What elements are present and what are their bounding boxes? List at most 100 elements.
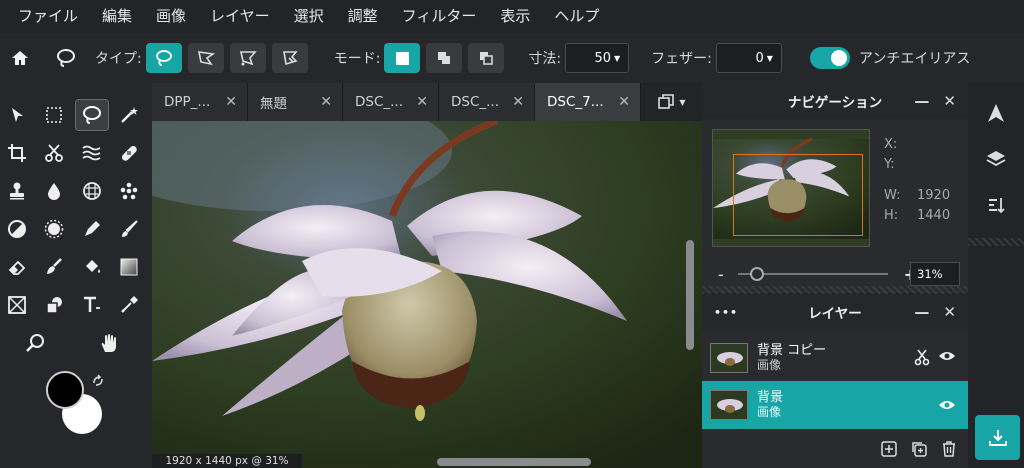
magic-wand-icon[interactable] [112, 99, 146, 131]
liquify-icon[interactable] [75, 137, 109, 169]
scissors-icon[interactable] [37, 137, 71, 169]
marquee-tool-icon[interactable] [37, 99, 71, 131]
zoom-icon[interactable] [18, 327, 52, 359]
gradient-icon[interactable] [112, 251, 146, 283]
minimize-icon[interactable]: — [914, 303, 929, 321]
add-layer-icon[interactable] [880, 440, 898, 462]
swap-colors-icon[interactable] [90, 373, 106, 393]
trash-icon[interactable] [940, 440, 958, 462]
minimize-icon[interactable]: — [914, 92, 929, 110]
mode-new-button[interactable] [384, 43, 421, 73]
stamp-icon[interactable] [0, 175, 34, 207]
menu-image[interactable]: 画像 [144, 0, 198, 33]
crop-icon[interactable] [0, 137, 34, 169]
dots-brush-icon[interactable] [112, 175, 146, 207]
mode-add-button[interactable] [426, 43, 463, 73]
feather-select[interactable]: 0 ▼ [715, 43, 782, 73]
zoom-out-button[interactable]: - [718, 265, 724, 284]
scissors-icon[interactable] [914, 348, 930, 370]
menu-edit[interactable]: 編集 [90, 0, 144, 33]
layers-panel: ••• レイヤー — ✕ 背景 コピー 画像 背景 画像 [702, 294, 968, 468]
text-tool-icon[interactable] [75, 289, 109, 321]
close-icon[interactable]: ✕ [512, 94, 524, 110]
zoom-input[interactable]: 31% [910, 262, 960, 286]
close-icon[interactable]: ✕ [943, 303, 956, 321]
vertical-scrollbar[interactable] [686, 240, 694, 350]
mode-subtract-button[interactable] [468, 43, 505, 73]
menu-select[interactable]: 選択 [282, 0, 336, 33]
layers-panel-icon[interactable] [984, 147, 1008, 171]
layer-item-bg-copy[interactable]: 背景 コピー 画像 [702, 334, 968, 382]
lasso-tool-icon[interactable] [53, 45, 79, 71]
nav-h-label: H: [884, 208, 899, 223]
panel-divider[interactable] [702, 286, 968, 294]
download-button[interactable] [975, 415, 1020, 460]
paint-bucket-icon[interactable] [75, 251, 109, 283]
lasso-tool-icon[interactable] [75, 99, 109, 131]
zoom-slider-thumb[interactable] [749, 267, 764, 281]
layer-thumbnail [710, 390, 748, 420]
menu-file[interactable]: ファイル [6, 0, 90, 33]
size-select[interactable]: 50 ▼ [565, 43, 630, 73]
tab-dsc-7[interactable]: DSC_7... ✕ [535, 83, 641, 121]
pattern-icon[interactable] [75, 175, 109, 207]
foreground-color-swatch[interactable] [46, 371, 84, 409]
layers-menu-icon[interactable]: ••• [714, 306, 738, 319]
bandage-icon[interactable] [112, 137, 146, 169]
drop-icon[interactable] [37, 175, 71, 207]
tab-dpp[interactable]: DPP_... ✕ [152, 83, 248, 121]
menu-layer[interactable]: レイヤー [198, 0, 282, 33]
duplicate-layer-icon[interactable] [910, 440, 928, 462]
lasso-freehand-button[interactable] [145, 43, 182, 73]
zoom-row: - + 31% [702, 259, 968, 289]
tab-dsc-1[interactable]: DSC_... ✕ [343, 83, 439, 121]
image-canvas[interactable] [152, 121, 702, 468]
menu-help[interactable]: ヘルプ [542, 0, 611, 33]
layer-type: 画像 [757, 358, 782, 372]
lasso-auto-button[interactable] [271, 43, 308, 73]
close-icon[interactable]: ✕ [320, 94, 332, 110]
antialias-toggle[interactable] [809, 47, 850, 69]
horizontal-scrollbar[interactable] [437, 458, 591, 466]
window-copy-icon [658, 94, 675, 109]
zoom-slider[interactable] [737, 267, 888, 281]
history-panel-icon[interactable] [984, 193, 1008, 217]
menu-view[interactable]: 表示 [488, 0, 542, 33]
eye-icon[interactable] [938, 349, 956, 367]
menu-filter[interactable]: フィルター [390, 0, 489, 33]
feather-value: 0 [755, 50, 764, 66]
frame-icon[interactable] [0, 289, 34, 321]
lasso-polygon-button[interactable] [187, 43, 224, 73]
tab-overflow-button[interactable]: ▼ [641, 83, 702, 121]
tab-dsc-2[interactable]: DSC_... ✕ [439, 83, 535, 121]
navigator-title: ナビゲーション [787, 95, 883, 111]
navigator-header: ナビゲーション — ✕ [702, 83, 968, 119]
download-icon [988, 429, 1007, 446]
close-icon[interactable]: ✕ [943, 92, 956, 110]
eraser-icon[interactable] [0, 251, 34, 283]
nav-w-value: 1920 [917, 188, 951, 203]
viewport-rectangle[interactable] [733, 154, 863, 236]
navigator-thumbnail[interactable] [712, 129, 870, 247]
close-icon[interactable]: ✕ [416, 94, 428, 110]
shape-icon[interactable] [37, 289, 71, 321]
eyedropper-icon[interactable] [112, 289, 146, 321]
home-icon[interactable] [7, 45, 33, 71]
close-icon[interactable]: ✕ [225, 94, 237, 110]
brush-icon[interactable] [112, 213, 146, 245]
smudge-icon[interactable] [37, 251, 71, 283]
size-value: 50 [594, 50, 611, 66]
navigator-panel-icon[interactable] [984, 101, 1008, 125]
pen-icon[interactable] [75, 213, 109, 245]
eye-icon[interactable] [938, 398, 956, 416]
move-tool-icon[interactable] [0, 99, 34, 131]
dodge-icon[interactable] [0, 213, 34, 245]
sponge-icon[interactable] [37, 213, 71, 245]
menu-adjust[interactable]: 調整 [336, 0, 390, 33]
layer-type: 画像 [757, 405, 782, 419]
lasso-magnetic-button[interactable] [229, 43, 266, 73]
hand-icon[interactable] [93, 327, 127, 359]
close-icon[interactable]: ✕ [618, 94, 630, 110]
tab-untitled[interactable]: 無題 ✕ [248, 83, 343, 121]
layer-item-background[interactable]: 背景 画像 [702, 381, 968, 429]
